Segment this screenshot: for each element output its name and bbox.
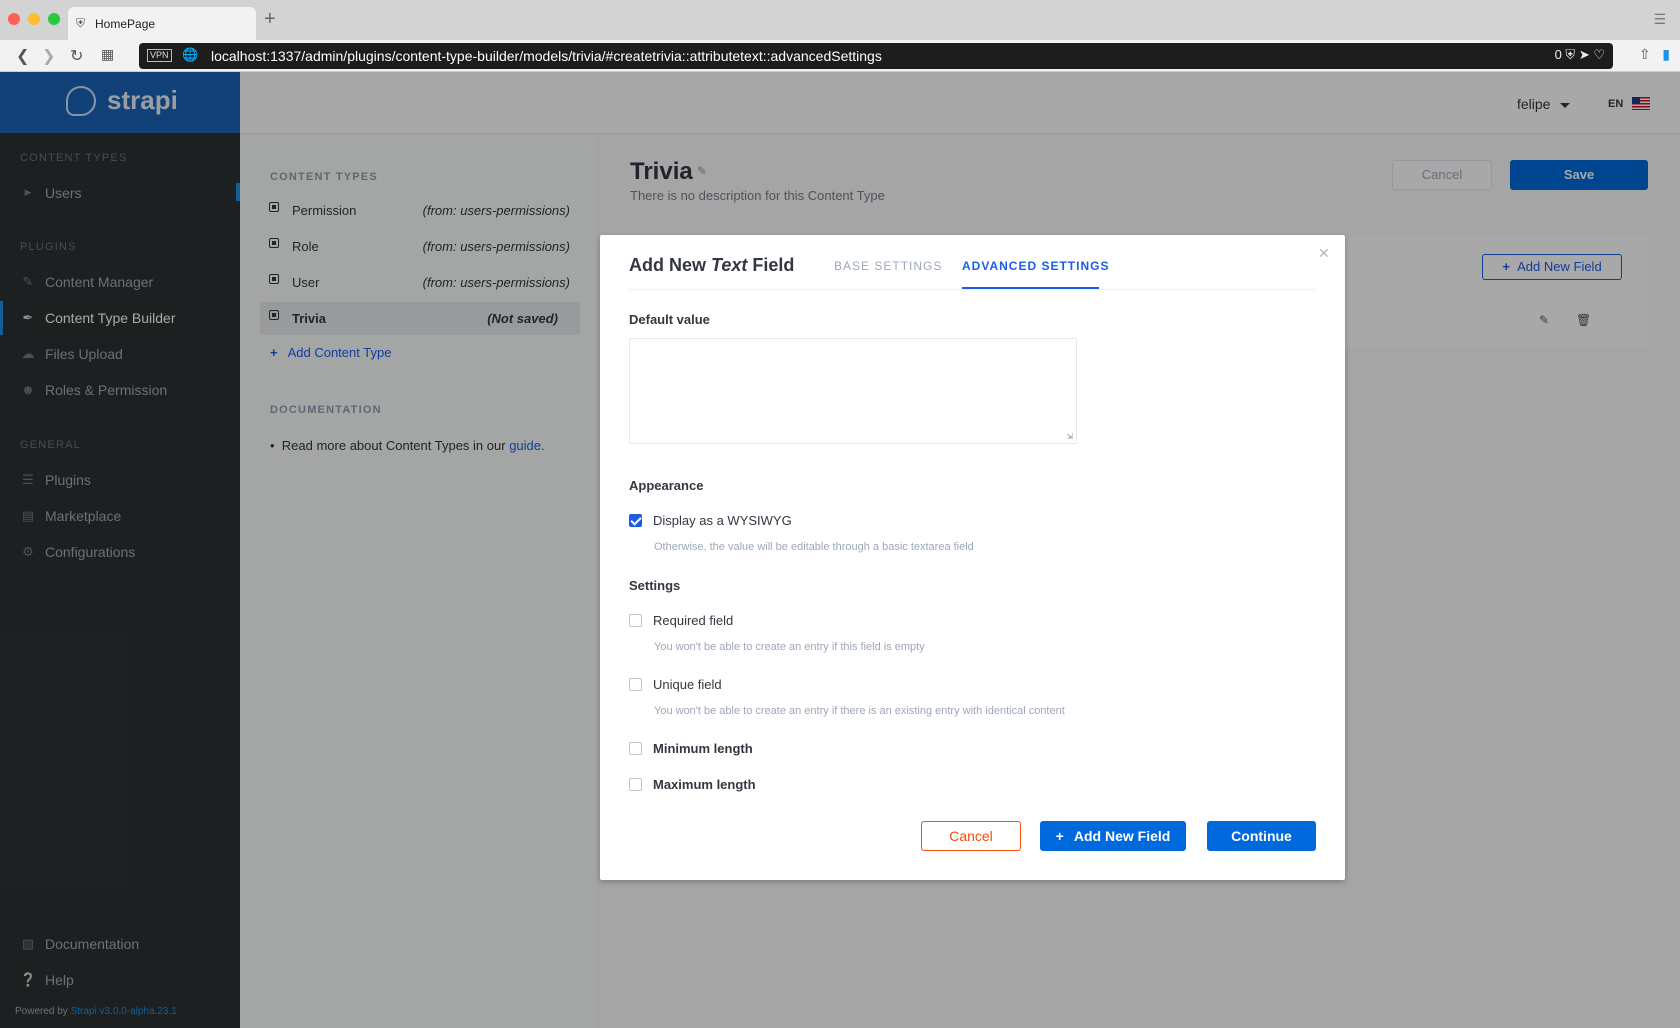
- battery-icon[interactable]: ▮: [1662, 46, 1670, 62]
- settings-label: Settings: [629, 578, 681, 593]
- url-actions: 0 ⛨ ➤ ♡: [1555, 47, 1605, 63]
- zoom-window-button[interactable]: [48, 13, 60, 25]
- browser-tab-title: HomePage: [95, 17, 156, 31]
- address-bar: ❮ ❯ ↻ ▦ VPN 🌐 localhost:1337/admin/plugi…: [0, 40, 1680, 72]
- browser-tab-bar: ⛨ HomePage + ☰: [0, 0, 1680, 40]
- browser-tab[interactable]: ⛨ HomePage: [68, 7, 256, 40]
- unique-field-help: You won't be able to create an entry if …: [654, 705, 1065, 717]
- browser-tools: ⇧ ▮: [1639, 46, 1670, 63]
- default-value-label: Default value: [629, 312, 710, 327]
- minimum-length-checkbox[interactable]: [629, 742, 642, 755]
- wysiwyg-label[interactable]: Display as a WYSIWYG: [653, 513, 792, 528]
- tab-advanced-settings[interactable]: ADVANCED SETTINGS: [962, 259, 1109, 273]
- wysiwyg-help: Otherwise, the value will be editable th…: [654, 541, 974, 553]
- modal-continue-button[interactable]: Continue: [1207, 821, 1316, 851]
- required-field-checkbox[interactable]: [629, 614, 642, 627]
- add-field-modal: ✕ Add New Text Field BASE SETTINGS ADVAN…: [600, 235, 1345, 880]
- speed-dial-icon[interactable]: ▦: [101, 46, 114, 63]
- vpn-badge[interactable]: VPN: [147, 49, 172, 62]
- url-field[interactable]: VPN 🌐 localhost:1337/admin/plugins/conte…: [139, 43, 1613, 69]
- unique-field-label[interactable]: Unique field: [653, 677, 722, 692]
- resize-handle-icon[interactable]: ⇲: [1066, 432, 1073, 441]
- heart-icon[interactable]: ♡: [1593, 47, 1605, 62]
- maximum-length-checkbox[interactable]: [629, 778, 642, 791]
- default-value-textarea[interactable]: ⇲: [629, 338, 1077, 444]
- new-tab-icon[interactable]: +: [264, 8, 276, 31]
- minimize-window-button[interactable]: [28, 13, 40, 25]
- back-icon[interactable]: ❮: [16, 46, 29, 66]
- shield-icon[interactable]: ⛨: [1565, 47, 1575, 62]
- forward-icon[interactable]: ❯: [42, 46, 55, 66]
- incognito-icon: ⛨: [76, 16, 86, 30]
- header-divider: [629, 289, 1315, 290]
- tab-base-settings[interactable]: BASE SETTINGS: [834, 259, 942, 273]
- unique-field-checkbox[interactable]: [629, 678, 642, 691]
- maximum-length-label[interactable]: Maximum length: [653, 777, 756, 792]
- required-field-help: You won't be able to create an entry if …: [654, 641, 925, 653]
- modal-add-new-field-button[interactable]: + Add New Field: [1040, 821, 1186, 851]
- modal-cancel-button[interactable]: Cancel: [921, 821, 1021, 851]
- tab-menu-icon[interactable]: ☰: [1653, 11, 1666, 28]
- globe-icon: 🌐: [182, 47, 199, 62]
- share-icon[interactable]: ⇧: [1639, 46, 1651, 62]
- modal-title: Add New Text Field: [629, 255, 795, 275]
- wysiwyg-checkbox[interactable]: [629, 514, 642, 527]
- plus-icon: +: [1055, 828, 1064, 844]
- appearance-label: Appearance: [629, 478, 704, 493]
- send-icon[interactable]: ➤: [1579, 47, 1590, 62]
- ad-block-count[interactable]: 0: [1555, 47, 1562, 62]
- close-window-button[interactable]: [8, 13, 20, 25]
- minimum-length-label[interactable]: Minimum length: [653, 741, 753, 756]
- reload-icon[interactable]: ↻: [70, 46, 83, 66]
- required-field-label[interactable]: Required field: [653, 613, 733, 628]
- url-text[interactable]: localhost:1337/admin/plugins/content-typ…: [211, 48, 882, 64]
- close-icon[interactable]: ✕: [1318, 245, 1330, 262]
